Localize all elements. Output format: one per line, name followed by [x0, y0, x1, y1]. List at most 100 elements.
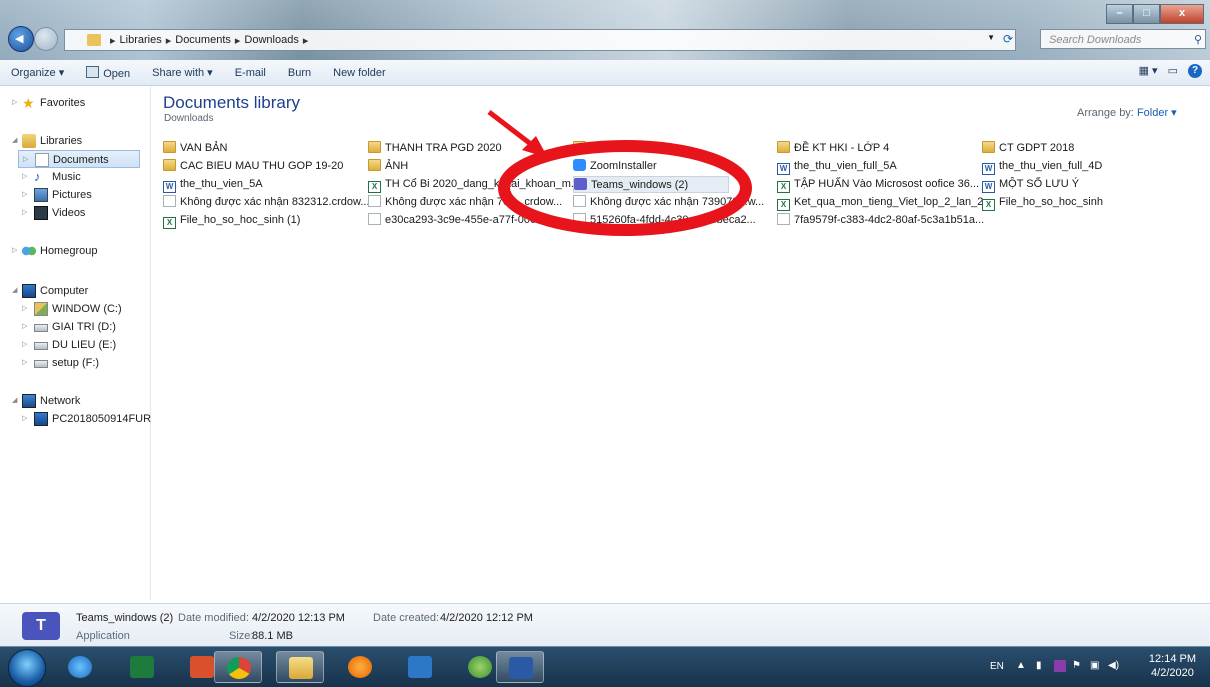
- show-hidden-icons-icon[interactable]: ▲: [1016, 660, 1028, 672]
- expand-icon[interactable]: ▷: [22, 336, 27, 354]
- file-name: ẢNH: [385, 160, 409, 172]
- file-item[interactable]: Teams_windows (2): [573, 176, 730, 193]
- folder-item[interactable]: ĐỀ KT HKI - LỚP 4: [777, 140, 889, 157]
- expand-icon[interactable]: ▷: [12, 94, 17, 112]
- address-dropdown-icon[interactable]: ▼: [987, 33, 995, 42]
- nav-pictures[interactable]: ▷ Pictures: [0, 186, 150, 204]
- new-folder-button[interactable]: New folder: [322, 67, 397, 79]
- share-with-button[interactable]: Share with ▾: [141, 66, 224, 79]
- nav-drive-c[interactable]: ▷ WINDOW (C:): [0, 300, 150, 318]
- folder-item[interactable]: CT GDPT 2018: [982, 140, 1074, 157]
- expand-icon[interactable]: ▷: [22, 410, 27, 428]
- expand-icon[interactable]: ▷: [23, 151, 28, 169]
- breadcrumb-libraries[interactable]: Libraries: [120, 34, 162, 46]
- close-button[interactable]: x: [1160, 4, 1204, 24]
- back-button[interactable]: [8, 26, 34, 52]
- firefox-icon[interactable]: [336, 651, 384, 683]
- file-item[interactable]: Không được xác nhận 764...crdow...: [368, 194, 562, 211]
- expand-icon[interactable]: ▷: [12, 242, 17, 260]
- folder-item[interactable]: VAN BẢN: [163, 140, 227, 157]
- maximize-button[interactable]: □: [1133, 4, 1160, 24]
- search-icon[interactable]: ⚲: [1194, 30, 1202, 50]
- pictures-icon: [34, 188, 48, 202]
- file-item[interactable]: e30ca293-3c9e-455e-a77f-0063df...: [368, 212, 561, 229]
- expand-icon[interactable]: ▷: [22, 354, 27, 372]
- minimize-button[interactable]: –: [1106, 4, 1133, 24]
- collapse-icon[interactable]: ◢: [12, 392, 17, 410]
- media-player-icon[interactable]: [396, 651, 444, 683]
- file-item[interactable]: TẬP HUẤN Vào Microsost oofice 36...: [777, 176, 979, 193]
- file-item[interactable]: MỘT SỐ LƯU Ý: [982, 176, 1079, 193]
- signal-icon[interactable]: ▮: [1036, 660, 1048, 672]
- file-name: Teams_windows (2): [591, 179, 689, 191]
- expand-icon[interactable]: ▷: [22, 186, 27, 204]
- open-button[interactable]: Open: [75, 65, 141, 80]
- nav-pc[interactable]: ▷ PC2018050914FUR: [0, 410, 151, 428]
- expand-icon[interactable]: ▷: [22, 168, 27, 186]
- expand-icon[interactable]: ▷: [22, 318, 27, 336]
- file-item[interactable]: 7fa9579f-c383-4dc2-80af-5c3a1b51a...: [777, 212, 984, 229]
- file-item[interactable]: ZoomInstaller: [573, 158, 657, 175]
- nav-network[interactable]: ◢ Network: [0, 392, 150, 410]
- collapse-icon[interactable]: ◢: [12, 132, 17, 150]
- nav-videos[interactable]: ▷ Videos: [0, 204, 150, 222]
- nav-libraries[interactable]: ◢ Libraries: [0, 132, 150, 150]
- file-item[interactable]: Không được xác nhận 739072...w...: [573, 194, 764, 211]
- expand-icon[interactable]: ▷: [22, 204, 27, 222]
- zoom-icon: [573, 159, 586, 171]
- clock[interactable]: 12:14 PM 4/2/2020: [1149, 652, 1196, 680]
- breadcrumb-downloads[interactable]: Downloads: [244, 34, 298, 46]
- file-item[interactable]: 515260fa-4fdd-4c30-...a7fbeca2...: [573, 212, 756, 229]
- network-icon: [22, 394, 36, 408]
- file-item[interactable]: the_thu_vien_full_4D: [982, 158, 1102, 175]
- file-explorer-icon[interactable]: [276, 651, 324, 683]
- preview-pane-icon[interactable]: ▭: [1168, 64, 1178, 78]
- forward-button[interactable]: [34, 27, 58, 51]
- blank-icon: [573, 213, 586, 225]
- file-item[interactable]: Ket_qua_mon_tieng_Viet_lop_2_lan_2: [777, 194, 983, 211]
- excel-icon[interactable]: [118, 651, 166, 683]
- help-icon[interactable]: ?: [1188, 64, 1202, 78]
- action-center-flag-icon[interactable]: ⚑: [1072, 660, 1084, 672]
- word-icon[interactable]: [496, 651, 544, 683]
- views-icon[interactable]: ▦ ▾: [1139, 64, 1158, 78]
- file-item[interactable]: File_ho_so_hoc_sinh (1): [163, 212, 300, 229]
- file-item[interactable]: File_ho_so_hoc_sinh: [982, 194, 1103, 211]
- chrome-icon[interactable]: [214, 651, 262, 683]
- burn-button[interactable]: Burn: [277, 67, 322, 79]
- folder-item[interactable]: CAC BIEU MAU THU GOP 19-20: [163, 158, 343, 175]
- nav-favorites[interactable]: ▷ ★ Favorites: [0, 94, 150, 112]
- file-name: the_thu_vien_full_4D: [999, 160, 1103, 172]
- file-item[interactable]: Không được xác nhận 832312.crdow...: [163, 194, 369, 211]
- address-bar[interactable]: ▸ Libraries ▸ Documents ▸ Downloads ▸ ▼ …: [64, 29, 1016, 51]
- volume-icon[interactable]: ◀): [1108, 660, 1120, 672]
- breadcrumb-documents[interactable]: Documents: [175, 34, 231, 46]
- start-button[interactable]: [8, 649, 46, 687]
- folder-item[interactable]: THANH TRA PGD 2020: [368, 140, 502, 157]
- internet-explorer-icon[interactable]: [56, 651, 104, 683]
- nav-drive-e[interactable]: ▷ DU LIEU (E:): [0, 336, 150, 354]
- organize-button[interactable]: Organize ▾: [0, 66, 75, 79]
- folder-item[interactable]: ẢNH: [368, 158, 408, 175]
- folder-item[interactable]: M... TH: [573, 140, 626, 157]
- file-item[interactable]: the_thu_vien_5A: [163, 176, 263, 193]
- nav-music[interactable]: ▷ ♪ Music: [0, 168, 150, 186]
- network-tray-icon[interactable]: ▣: [1090, 660, 1102, 672]
- nav-homegroup[interactable]: ▷ Homegroup: [0, 242, 150, 260]
- email-button[interactable]: E-mail: [224, 67, 277, 79]
- language-indicator[interactable]: EN: [990, 661, 1004, 672]
- expand-icon[interactable]: ▷: [22, 300, 27, 318]
- videos-icon: [34, 206, 48, 220]
- collapse-icon[interactable]: ◢: [12, 282, 17, 300]
- file-item[interactable]: the_thu_vien_full_5A: [777, 158, 897, 175]
- nav-documents[interactable]: ▷ Documents: [18, 150, 140, 168]
- refresh-icon[interactable]: ⟳: [1003, 32, 1013, 46]
- unikey-icon[interactable]: [1054, 660, 1066, 672]
- arrange-dropdown[interactable]: Folder ▾: [1137, 107, 1177, 119]
- music-icon: ♪: [34, 169, 41, 184]
- nav-computer[interactable]: ◢ Computer: [0, 282, 150, 300]
- nav-drive-f[interactable]: ▷ setup (F:): [0, 354, 150, 372]
- nav-drive-d[interactable]: ▷ GIAI TRI (D:): [0, 318, 150, 336]
- file-item[interactable]: TH Cổ Bi 2020_dang_ki_tai_khoan_m...: [368, 176, 580, 193]
- search-input[interactable]: Search Downloads ⚲: [1040, 29, 1206, 49]
